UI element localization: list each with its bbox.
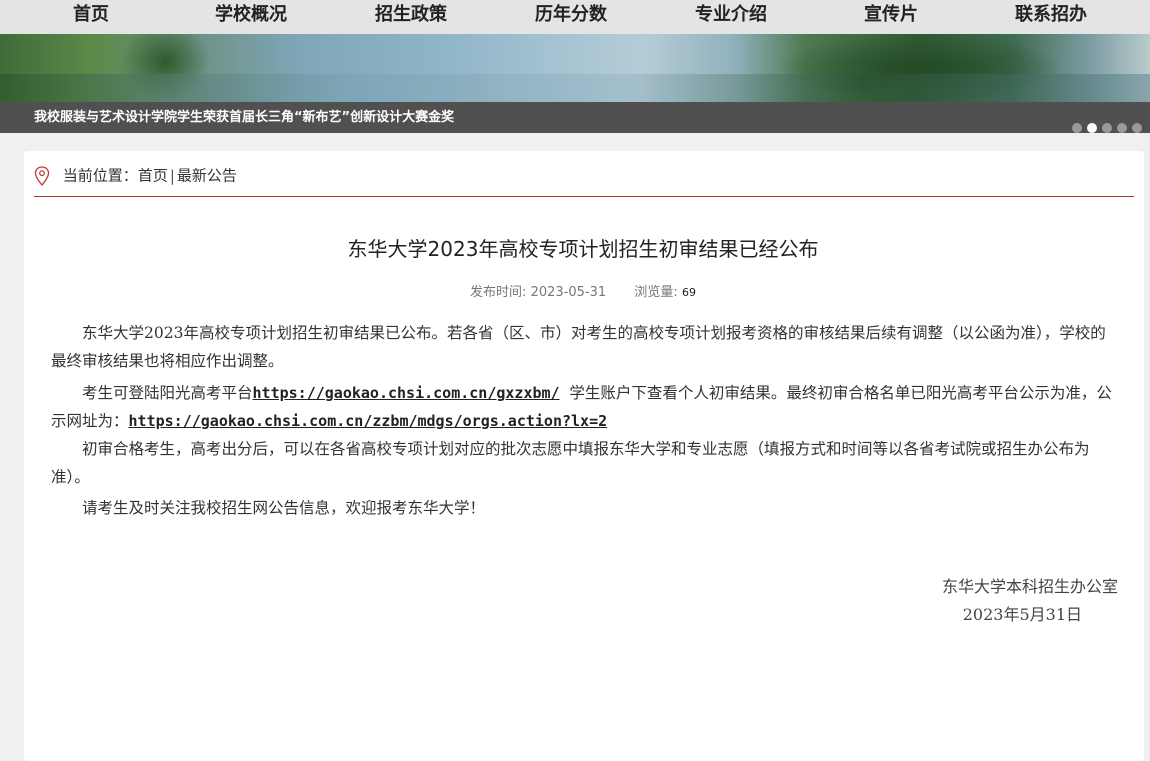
- banner-caption-bar: 我校服装与艺术设计学院学生荣获首届长三角“新布艺”创新设计大赛金奖: [0, 102, 1150, 133]
- carousel-dot-2-active[interactable]: [1087, 123, 1097, 133]
- paragraph-2: 考生可登陆阳光高考平台https://gaokao.chsi.com.cn/gx…: [51, 379, 1119, 435]
- paragraph-4: 请考生及时关注我校招生网公告信息，欢迎报考东华大学！: [82, 499, 486, 517]
- signature: 东华大学本科招生办公室 2023年5月31日: [942, 573, 1118, 629]
- breadcrumb-current-link[interactable]: 最新公告: [177, 167, 237, 185]
- breadcrumb-label: 当前位置：: [62, 166, 138, 185]
- publish-date: 2023-05-31: [530, 285, 607, 300]
- banner-caption[interactable]: 我校服装与艺术设计学院学生荣获首届长三角“新布艺”创新设计大赛金奖: [34, 102, 454, 133]
- views-count: 69: [681, 286, 696, 299]
- breadcrumb-home-link[interactable]: 首页: [138, 167, 168, 185]
- views-label: 浏览量:: [634, 285, 678, 300]
- carousel-dot-5[interactable]: [1132, 123, 1142, 133]
- paragraph-1: 东华大学2023年高校专项计划招生初审结果已公布。若各省（区、市）对考生的高校专…: [51, 324, 1106, 370]
- paragraph-3: 初审合格考生，高考出分后，可以在各省高校专项计划对应的批次志愿中填报东华大学和专…: [51, 440, 1090, 486]
- breadcrumb-divider: [34, 196, 1134, 197]
- carousel-dot-3[interactable]: [1102, 123, 1112, 133]
- breadcrumb: 当前位置：首页 | 最新公告: [34, 163, 237, 187]
- banner-water: [0, 74, 1150, 102]
- publish-label: 发布时间:: [470, 285, 527, 300]
- location-pin-icon: [34, 165, 50, 186]
- carousel-dot-1[interactable]: [1072, 123, 1082, 133]
- nav-item-majors[interactable]: 专业介绍: [695, 0, 767, 30]
- nav-item-promo-video[interactable]: 宣传片: [864, 0, 918, 30]
- article-card: 当前位置：首页 | 最新公告 东华大学2023年高校专项计划招生初审结果已经公布 发…: [24, 151, 1144, 761]
- banner-image[interactable]: [0, 34, 1150, 102]
- article-title: 东华大学2023年高校专项计划招生初审结果已经公布: [347, 237, 819, 261]
- top-nav: 首页 学校概况 招生政策 历年分数 专业介绍 宣传片 联系招办: [0, 0, 1150, 34]
- carousel-dot-4[interactable]: [1117, 123, 1127, 133]
- chsi-public-list-link[interactable]: https://gaokao.chsi.com.cn/zzbm/mdgs/org…: [129, 412, 608, 430]
- signature-org: 东华大学本科招生办公室: [941, 577, 1118, 596]
- breadcrumb-separator: |: [169, 166, 175, 185]
- chsi-login-link[interactable]: https://gaokao.chsi.com.cn/gxzxbm/: [253, 384, 560, 402]
- paragraph-2-text-a: 考生可登陆阳光高考平台: [82, 384, 253, 402]
- nav-item-admission-policy[interactable]: 招生政策: [375, 0, 447, 30]
- nav-item-home[interactable]: 首页: [73, 0, 109, 30]
- nav-item-school-overview[interactable]: 学校概况: [215, 0, 287, 30]
- nav-item-contact[interactable]: 联系招办: [1015, 0, 1087, 30]
- signature-date: 2023年5月31日: [962, 605, 1082, 624]
- carousel-dots: [1067, 118, 1142, 133]
- nav-item-past-scores[interactable]: 历年分数: [535, 0, 607, 30]
- article-meta: 发布时间: 2023-05-31 浏览量: 69: [24, 281, 1142, 300]
- article-body: 东华大学2023年高校专项计划招生初审结果已公布。若各省（区、市）对考生的高校专…: [51, 319, 1119, 522]
